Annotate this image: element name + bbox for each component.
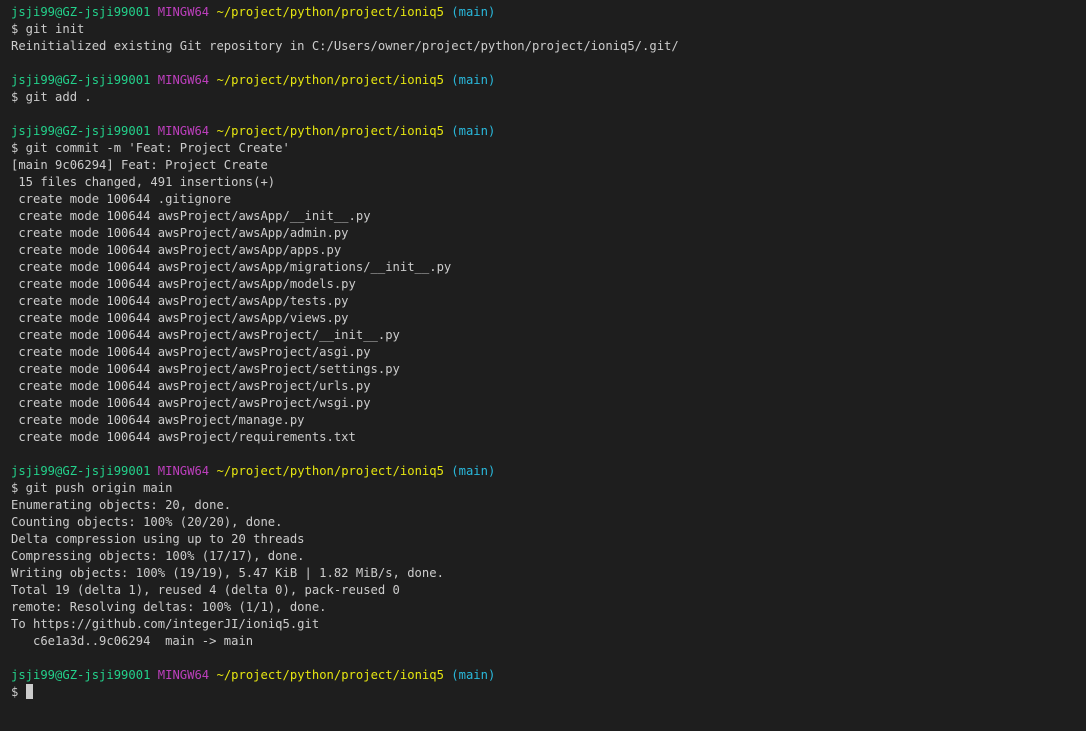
prompt-line: jsji99@GZ-jsji99001 MINGW64 ~/project/py… (11, 72, 1086, 89)
prompt-path: ~/project/python/project/ioniq5 (216, 124, 444, 138)
output-line: create mode 100644 awsProject/requiremen… (11, 430, 356, 444)
prompt-line: jsji99@GZ-jsji99001 MINGW64 ~/project/py… (11, 123, 1086, 140)
prompt-user-host: jsji99@GZ-jsji99001 (11, 668, 151, 682)
output-line: create mode 100644 awsProject/awsApp/tes… (11, 294, 349, 308)
cursor-block (25, 684, 33, 699)
output-line: create mode 100644 awsProject/manage.py (11, 413, 305, 427)
output-line: create mode 100644 awsProject/awsApp/app… (11, 243, 342, 257)
output-line: create mode 100644 .gitignore (11, 192, 232, 206)
output-line: create mode 100644 awsProject/awsApp/mig… (11, 260, 452, 274)
output-line: create mode 100644 awsProject/awsApp/adm… (11, 226, 349, 240)
command-line: $ git commit -m 'Feat: Project Create' (11, 141, 290, 155)
output-line: create mode 100644 awsProject/awsApp/__i… (11, 209, 371, 223)
output-line: create mode 100644 awsProject/awsApp/vie… (11, 311, 349, 325)
output-line: Compressing objects: 100% (17/17), done. (11, 549, 305, 563)
prompt-system: MINGW64 (157, 464, 210, 478)
command-line: $ git add . (11, 90, 92, 104)
command-line: $ git init (11, 22, 85, 36)
input-line[interactable]: $ (11, 684, 1086, 701)
output-line: create mode 100644 awsProject/awsProject… (11, 328, 400, 342)
output-line: c6e1a3d..9c06294 main -> main (11, 634, 254, 648)
prompt-branch: (main) (451, 464, 496, 478)
output-line: create mode 100644 awsProject/awsProject… (11, 396, 371, 410)
prompt-line: jsji99@GZ-jsji99001 MINGW64 ~/project/py… (11, 667, 1086, 684)
prompt-path: ~/project/python/project/ioniq5 (216, 73, 444, 87)
output-line: 15 files changed, 491 insertions(+) (11, 175, 276, 189)
prompt-system: MINGW64 (157, 73, 210, 87)
output-line: create mode 100644 awsProject/awsProject… (11, 345, 371, 359)
output-line: remote: Resolving deltas: 100% (1/1), do… (11, 600, 327, 614)
prompt-branch: (main) (451, 73, 496, 87)
prompt-user-host: jsji99@GZ-jsji99001 (11, 464, 151, 478)
prompt-system: MINGW64 (157, 668, 210, 682)
prompt-path: ~/project/python/project/ioniq5 (216, 464, 444, 478)
output-line: create mode 100644 awsProject/awsProject… (11, 362, 400, 376)
command-line: $ git push origin main (11, 481, 173, 495)
output-line: Writing objects: 100% (19/19), 5.47 KiB … (11, 566, 444, 580)
output-line: Delta compression using up to 20 threads (11, 532, 305, 546)
prompt-branch: (main) (451, 5, 496, 19)
prompt-branch: (main) (451, 124, 496, 138)
output-line: Enumerating objects: 20, done. (11, 498, 232, 512)
prompt-user-host: jsji99@GZ-jsji99001 (11, 124, 151, 138)
terminal-window[interactable]: jsji99@GZ-jsji99001 MINGW64 ~/project/py… (0, 0, 1086, 731)
output-line: create mode 100644 awsProject/awsApp/mod… (11, 277, 356, 291)
current-prompt-symbol: $ (11, 685, 26, 699)
prompt-line: jsji99@GZ-jsji99001 MINGW64 ~/project/py… (11, 4, 1086, 21)
output-line: Counting objects: 100% (20/20), done. (11, 515, 283, 529)
prompt-system: MINGW64 (157, 5, 210, 19)
prompt-path: ~/project/python/project/ioniq5 (216, 5, 444, 19)
prompt-user-host: jsji99@GZ-jsji99001 (11, 73, 151, 87)
prompt-user-host: jsji99@GZ-jsji99001 (11, 5, 151, 19)
prompt-path: ~/project/python/project/ioniq5 (216, 668, 444, 682)
output-line: Reinitialized existing Git repository in… (11, 39, 679, 53)
prompt-system: MINGW64 (157, 124, 210, 138)
prompt-branch: (main) (451, 668, 496, 682)
prompt-line: jsji99@GZ-jsji99001 MINGW64 ~/project/py… (11, 463, 1086, 480)
output-line: create mode 100644 awsProject/awsProject… (11, 379, 371, 393)
output-line: To https://github.com/integerJI/ioniq5.g… (11, 617, 320, 631)
output-line: Total 19 (delta 1), reused 4 (delta 0), … (11, 583, 400, 597)
output-line: [main 9c06294] Feat: Project Create (11, 158, 268, 172)
